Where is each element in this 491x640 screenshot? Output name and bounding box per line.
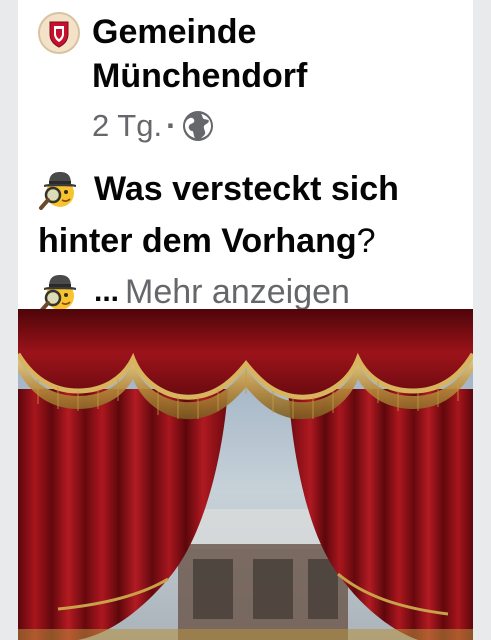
post-header: Gemeinde Münchendorf 2 Tg. · — [38, 10, 458, 150]
question-mark: ? — [356, 222, 376, 260]
post-text-line1: Was versteckt sich — [38, 163, 468, 215]
post-text-line2: hinter dem Vorhang? — [38, 215, 468, 267]
detective-emoji-icon — [38, 168, 84, 210]
post-time[interactable]: 2 Tg. — [92, 108, 162, 144]
post-title-line1: Was versteckt sich — [94, 170, 399, 208]
post-card: Gemeinde Münchendorf 2 Tg. · Was verstec… — [18, 0, 473, 640]
post-image-theatre-curtain[interactable] — [18, 309, 473, 640]
post-text: Was versteckt sich hinter dem Vorhang? .… — [38, 163, 468, 317]
globe-icon[interactable] — [181, 109, 215, 143]
detective-emoji-icon — [38, 271, 84, 313]
post-title-line2: hinter dem Vorhang — [38, 222, 357, 260]
coat-of-arms-icon — [40, 14, 78, 52]
page-name[interactable]: Gemeinde Münchendorf — [92, 10, 452, 98]
meta-separator: · — [166, 108, 177, 143]
page-avatar[interactable] — [38, 12, 80, 54]
post-meta: 2 Tg. · — [92, 106, 215, 146]
